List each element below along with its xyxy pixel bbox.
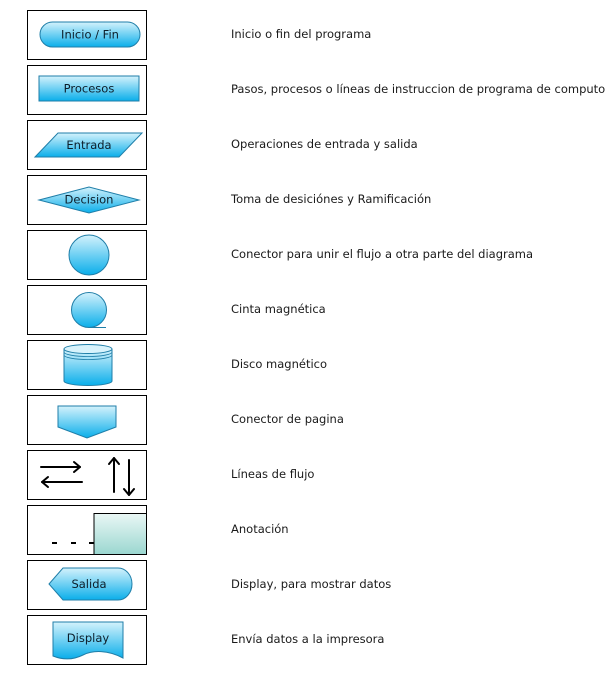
symbol-row-data: Entrada Operaciones de entrada y salida <box>0 120 607 170</box>
terminator-shape-icon: Inicio / Fin <box>39 21 141 48</box>
symbol-box <box>27 340 147 390</box>
symbol-box: Salida <box>27 560 147 610</box>
circle-connector-icon <box>68 234 110 276</box>
symbol-row-decision: Decision Toma de desiciónes y Ramificaci… <box>0 175 607 225</box>
symbol-box <box>27 450 147 500</box>
shape-label: Display <box>67 631 110 645</box>
process-shape-icon: Procesos <box>38 75 140 102</box>
symbol-row-process: Procesos Pasos, procesos o líneas de ins… <box>0 65 607 115</box>
shape-label: Salida <box>71 577 106 591</box>
symbol-box: Inicio / Fin <box>27 10 147 60</box>
symbol-row-annotation: Anotación <box>0 505 607 555</box>
diamond-shape-icon: Decision <box>37 186 141 214</box>
symbol-row-flow-lines: Líneas de flujo <box>0 450 607 500</box>
shape-label: Procesos <box>64 82 115 96</box>
symbol-description: Conector de pagina <box>231 412 344 426</box>
symbol-row-terminator: Inicio / Fin Inicio o fin del programa <box>0 10 607 60</box>
display-shape-icon: Salida <box>48 567 133 601</box>
shape-label: Inicio / Fin <box>61 28 119 42</box>
symbol-row-document: Display Envía datos a la impresora <box>0 615 607 665</box>
annotation-icon <box>52 513 146 554</box>
symbol-box: Display <box>27 615 147 665</box>
symbol-box: Entrada <box>27 120 147 170</box>
symbol-description: Toma de desiciónes y Ramificación <box>231 192 432 206</box>
symbol-box <box>27 230 147 280</box>
parallelogram-shape-icon: Entrada <box>33 132 144 158</box>
symbol-row-magnetic-disk: Disco magnético <box>0 340 607 390</box>
symbol-box: Decision <box>27 175 147 225</box>
symbol-box <box>27 395 147 445</box>
symbol-box <box>27 285 147 335</box>
symbol-description: Conector para unir el flujo a otra parte… <box>231 247 534 261</box>
shape-label: Entrada <box>66 138 111 152</box>
symbol-description: Líneas de flujo <box>231 467 315 481</box>
symbol-description: Display, para mostrar datos <box>231 577 392 591</box>
offpage-connector-icon <box>57 405 117 439</box>
symbol-description: Operaciones de entrada y salida <box>231 137 418 151</box>
symbol-description: Inicio o fin del programa <box>231 27 372 41</box>
magnetic-disk-icon <box>63 344 113 386</box>
shape-label: Decision <box>65 193 114 207</box>
symbol-box <box>27 505 147 555</box>
symbol-description: Anotación <box>231 522 289 536</box>
document-shape-icon: Display <box>52 621 124 660</box>
symbol-description: Envía datos a la impresora <box>231 632 385 646</box>
symbol-row-offpage-connector: Conector de pagina <box>0 395 607 445</box>
symbol-description: Cinta magnética <box>231 302 326 316</box>
symbol-description: Disco magnético <box>231 357 328 371</box>
magnetic-tape-icon <box>71 292 107 328</box>
symbol-row-connector: Conector para unir el flujo a otra parte… <box>0 230 607 280</box>
symbol-description: Pasos, procesos o líneas de instruccion … <box>231 82 606 96</box>
symbol-row-magnetic-tape: Cinta magnética <box>0 285 607 335</box>
flow-arrows-icon <box>40 457 135 496</box>
symbol-box: Procesos <box>27 65 147 115</box>
symbol-row-display: Salida Display, para mostrar datos <box>0 560 607 610</box>
